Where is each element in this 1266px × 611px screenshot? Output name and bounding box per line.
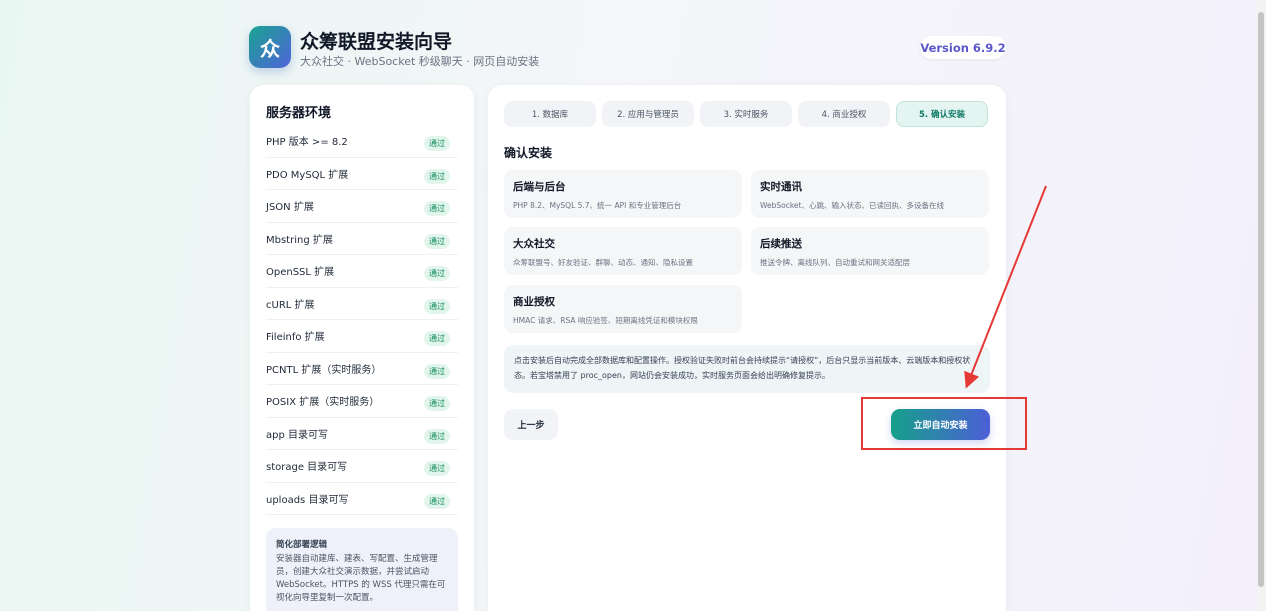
annotation-highlight-box xyxy=(861,397,1027,450)
annotation-arrow xyxy=(964,185,1047,389)
scrollbar-thumb[interactable] xyxy=(1258,12,1264,587)
